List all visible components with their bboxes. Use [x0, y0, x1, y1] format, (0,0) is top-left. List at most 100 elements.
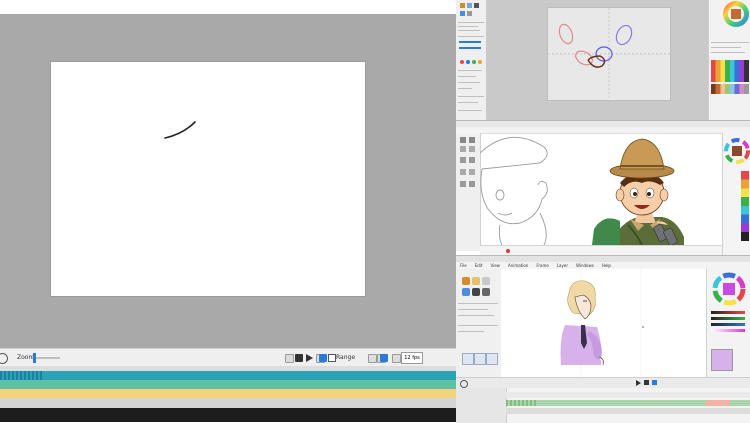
swatch-blue[interactable]	[466, 60, 470, 64]
brush-icon[interactable]	[460, 3, 465, 8]
menu-animation[interactable]: Animation	[508, 263, 528, 268]
fill-tool-icon[interactable]	[482, 277, 490, 285]
tool-icon-1[interactable]	[460, 137, 466, 143]
swatch-column[interactable]	[741, 171, 749, 241]
character-artwork	[480, 136, 684, 245]
menu-layer[interactable]: Layer	[557, 263, 568, 268]
range-start-button[interactable]	[368, 354, 377, 363]
animation-app-window: File Edit View Animation Frame Layer Windows He…	[456, 255, 750, 423]
color-slider-r[interactable]	[711, 311, 745, 314]
swatch-red[interactable]	[460, 60, 464, 64]
menu-view[interactable]: View	[490, 263, 500, 268]
zoom-slider[interactable]	[32, 357, 60, 359]
tool-icon-7[interactable]	[460, 169, 466, 175]
color-slider-g[interactable]	[711, 317, 745, 320]
layer-row-3[interactable]	[506, 408, 750, 414]
layer-row-2-frames[interactable]	[506, 400, 536, 406]
color-wheel-icon[interactable]	[707, 271, 750, 307]
palette-grid-2[interactable]	[711, 84, 749, 94]
tool-icon-2[interactable]	[469, 137, 475, 143]
tool-icon-3[interactable]	[460, 146, 466, 152]
layer-track-2[interactable]	[0, 380, 456, 389]
illustration-window	[456, 120, 750, 257]
brush-preview-1[interactable]	[462, 353, 474, 365]
timeline	[456, 388, 750, 423]
menu-edit[interactable]: Edit	[475, 263, 483, 268]
zoom-slider-handle[interactable]	[33, 353, 36, 363]
layer-track-1-frames[interactable]	[0, 371, 43, 380]
layer-track-5[interactable]	[0, 408, 456, 422]
tool-icon-6[interactable]	[469, 157, 475, 163]
timeline-layer-names	[456, 388, 507, 423]
tool-icon-9[interactable]	[460, 181, 466, 187]
brush-size-slider[interactable]	[459, 41, 481, 43]
canvas-stroke	[164, 121, 196, 139]
onion-skin-button[interactable]	[380, 354, 388, 362]
main-animation-window: Zoom: Range 12 fps	[0, 0, 456, 422]
move-tool-icon[interactable]	[472, 288, 480, 296]
pen-icon[interactable]	[474, 3, 479, 8]
color-slider-a[interactable]	[711, 329, 745, 332]
layer-row-1[interactable]	[506, 392, 750, 398]
sketch-canvas[interactable]	[547, 7, 671, 101]
timeline-settings-icon[interactable]	[460, 380, 468, 388]
select-icon[interactable]	[467, 11, 472, 16]
red-marker[interactable]	[706, 400, 730, 406]
swatch-orange[interactable]	[478, 60, 482, 64]
select-tool-icon[interactable]	[462, 288, 470, 296]
play-button[interactable]	[636, 380, 641, 386]
eraser-icon[interactable]	[467, 3, 472, 8]
fill-icon[interactable]	[460, 11, 465, 16]
top-strip	[0, 0, 456, 14]
playback-toolbar: Zoom: Range 12 fps	[0, 348, 456, 367]
color-panel	[708, 0, 750, 120]
character-drawing	[560, 269, 644, 377]
menu-frame[interactable]: Frame	[536, 263, 548, 268]
color-preview	[711, 349, 733, 371]
palette-grid[interactable]	[711, 60, 749, 82]
layer-track-3[interactable]	[0, 389, 456, 398]
tool-icon-5[interactable]	[460, 157, 466, 163]
tool-icon-8[interactable]	[469, 169, 475, 175]
prev-frame-button[interactable]	[285, 354, 294, 363]
animation-stage[interactable]	[501, 269, 706, 377]
range-checkbox[interactable]	[328, 354, 336, 362]
swatch-green[interactable]	[472, 60, 476, 64]
settings-icon[interactable]	[0, 353, 8, 364]
loop-toggle[interactable]	[652, 380, 657, 385]
scroll-indicator[interactable]	[506, 249, 510, 253]
fps-field[interactable]: 12 fps	[401, 352, 423, 364]
brush-preview-3[interactable]	[486, 353, 498, 365]
range-label: Range	[336, 354, 356, 361]
menu-file[interactable]: File	[460, 263, 467, 268]
menu-bar: File Edit View Animation Frame Layer Windows He…	[456, 262, 750, 269]
brush-preview-2[interactable]	[474, 353, 486, 365]
sound-button[interactable]	[392, 354, 401, 363]
tool-palette	[456, 133, 481, 251]
stop-button[interactable]	[644, 380, 649, 385]
menu-windows[interactable]: Windows	[576, 263, 594, 268]
color-slider-b[interactable]	[711, 323, 745, 326]
layer-track-1[interactable]	[0, 371, 456, 380]
loop-button[interactable]	[319, 354, 327, 362]
sketch-strokes	[548, 8, 670, 100]
tool-window	[456, 269, 502, 377]
stop-button[interactable]	[295, 354, 303, 362]
color-wheel-icon[interactable]	[709, 0, 750, 40]
fps-value: 12 fps	[404, 355, 420, 361]
drawing-canvas[interactable]	[51, 62, 365, 296]
eraser-tool-icon[interactable]	[472, 277, 480, 285]
play-icon[interactable]	[306, 354, 313, 362]
menu-help[interactable]: Help	[602, 263, 611, 268]
timeline-panel	[0, 366, 456, 422]
tool-icon-10[interactable]	[469, 181, 475, 187]
hand-tool-icon[interactable]	[482, 288, 490, 296]
color-window	[706, 269, 750, 377]
brush-tool-icon[interactable]	[462, 277, 470, 285]
tool-icon-4[interactable]	[469, 146, 475, 152]
layer-track-4[interactable]	[0, 398, 456, 408]
opacity-slider[interactable]	[459, 47, 481, 49]
tools-panel-small	[456, 0, 487, 120]
color-wheel-icon[interactable]	[723, 137, 750, 165]
right-color-panel	[722, 133, 750, 256]
